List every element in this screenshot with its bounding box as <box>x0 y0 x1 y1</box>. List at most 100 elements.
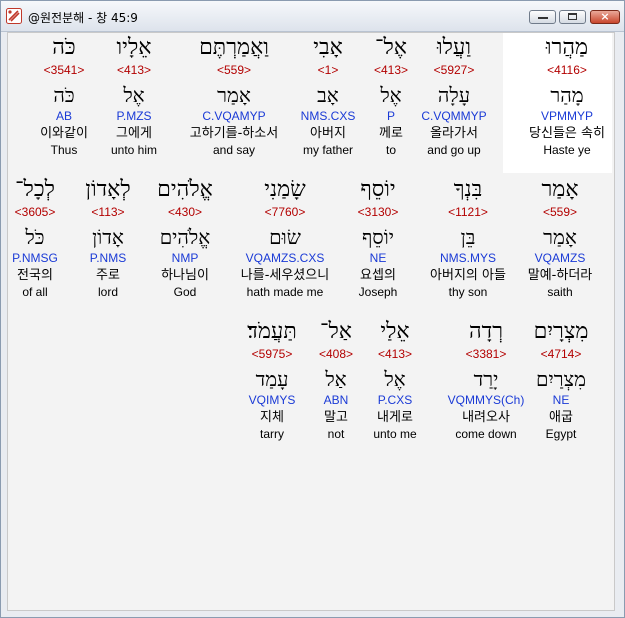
lemma-word: מָהַר <box>550 83 584 107</box>
strong-number[interactable]: <430> <box>145 205 225 219</box>
minimize-button[interactable] <box>529 10 556 24</box>
strong-number[interactable]: <7760> <box>225 205 345 219</box>
english-gloss: and say <box>212 143 256 157</box>
korean-gloss: 아버지의 아들 <box>430 268 506 283</box>
english-gloss: Haste ye <box>543 143 591 157</box>
lemma-word: כֹּה <box>53 83 75 107</box>
word-block[interactable]: כֹּה <3541> כֹּה AB 이와같이 Thus <box>29 35 99 157</box>
hebrew-word: אֱלֹהִים <box>157 177 213 202</box>
word-block[interactable]: מַהֲרוּ <4116> מָהַר VPMMYP 당신들은 속히 Haste ye <box>513 35 621 157</box>
strong-number[interactable]: <559> <box>515 205 605 219</box>
hebrew-word: יוֹסֵף <box>360 177 396 202</box>
word-block[interactable]: תַּעֲמֹד׃ <5975> עָמַד VQIMYS 지체 tarry <box>237 319 307 441</box>
strong-number[interactable]: <113> <box>73 205 143 219</box>
strong-number[interactable]: <5927> <box>409 63 499 77</box>
close-button[interactable]: × <box>590 10 620 24</box>
strong-number[interactable]: <559> <box>174 63 294 77</box>
parsing-code: P <box>386 109 395 123</box>
lemma-word: שׂוּם <box>269 225 301 249</box>
word-block[interactable]: אָמַר <559> אָמַר VQAMZS 말예-하더라 saith <box>515 177 605 299</box>
lemma-word: אֱלֹהִים <box>159 225 211 249</box>
word-block[interactable]: שָׂמַנִי <7760> שׂוּם VQAMZS.CXS 나를-세우셨으니 hat… <box>225 177 345 299</box>
word-block[interactable]: אֵלָיו <413> אֶל P.MZS 그에게 unto him <box>99 35 169 157</box>
word-block[interactable]: אַל־ <408> אַל ABN 말고 not <box>306 319 366 441</box>
hebrew-word: בִּנְךָ <box>453 177 483 202</box>
korean-gloss: 당신들은 속히 <box>529 126 605 141</box>
korean-gloss: 말예-하더라 <box>527 268 593 283</box>
lemma-word: אֶל <box>123 83 145 107</box>
english-gloss: to <box>385 143 396 157</box>
strong-number[interactable]: <3605> <box>5 205 65 219</box>
word-block[interactable]: בִּנְךָ <1121> בֵּן NMS.MYS 아버지의 아들 thy son <box>418 177 518 299</box>
parsing-code: NE <box>369 251 387 265</box>
hebrew-word: אֵלָיו <box>116 35 152 60</box>
korean-gloss: 요셉의 <box>360 268 396 283</box>
korean-gloss: 지체 <box>260 410 284 425</box>
hebrew-word: כֹּה <box>52 35 76 60</box>
parsing-code: P.MZS <box>116 109 152 123</box>
strong-number[interactable]: <413> <box>99 63 169 77</box>
word-block[interactable]: לְכָל־ <3605> כֹּל P.NMSG 전국의 of all <box>5 177 65 299</box>
korean-gloss: 주로 <box>96 268 120 283</box>
word-block[interactable]: לְאָדוֹן <113> אָדוֹן P.NMS 주로 lord <box>73 177 143 299</box>
parsing-code: NMS.MYS <box>439 251 496 265</box>
title-bar[interactable]: @원전분해 - 창 45:9 × <box>1 1 624 32</box>
word-block[interactable]: וַעֲלוּ <5927> עָלָה C.VQMMYP 올라가서 and go up <box>409 35 499 157</box>
english-gloss: Thus <box>50 143 78 157</box>
strong-number[interactable]: <3381> <box>436 347 536 361</box>
strong-number[interactable]: <1121> <box>418 205 518 219</box>
hebrew-word: אָבִי <box>313 35 343 60</box>
lemma-word: אָדוֹן <box>92 225 124 249</box>
hebrew-word: לְאָדוֹן <box>85 177 131 202</box>
strong-number[interactable]: <4116> <box>513 63 621 77</box>
word-block[interactable]: וַאֲמַרְתֶּם <559> אָמַר C.VQAMYP 고하기를-하소서 an… <box>174 35 294 157</box>
maximize-button[interactable] <box>559 10 586 24</box>
korean-gloss: 내려오사 <box>462 410 510 425</box>
strong-number[interactable]: <413> <box>360 347 430 361</box>
english-gloss: saith <box>547 285 573 299</box>
word-block[interactable]: יוֹסֵף <3130> יוֹסֵף NE 요셉의 Joseph <box>343 177 413 299</box>
english-gloss: and go up <box>427 143 481 157</box>
window-title: @원전분해 - 창 45:9 <box>28 11 138 25</box>
lemma-word: אָמַר <box>543 225 577 249</box>
english-gloss: tarry <box>260 427 284 441</box>
korean-gloss: 고하기를-하소서 <box>189 126 279 141</box>
parsing-code: P.NMSG <box>12 251 58 265</box>
parsing-code: P.CXS <box>377 393 413 407</box>
strong-number[interactable]: <408> <box>306 347 366 361</box>
lemma-word: עָמַד <box>255 367 289 391</box>
strong-number[interactable]: <3130> <box>343 205 413 219</box>
parsing-code: ABN <box>323 393 349 407</box>
parsing-code: VQAMZS <box>534 251 586 265</box>
lemma-word: יוֹסֵף <box>361 225 395 249</box>
lemma-word: עָלָה <box>437 83 471 107</box>
word-block[interactable]: אֵלַי <413> אֶל P.CXS 내게로 unto me <box>360 319 430 441</box>
korean-gloss: 하나님이 <box>161 268 209 283</box>
word-block[interactable]: אֶל־ <413> אֶל P 께로 to <box>361 35 421 157</box>
parsing-code: NMS.CXS <box>300 109 356 123</box>
maximize-icon <box>568 13 577 20</box>
word-block[interactable]: אָבִי <1> אָב NMS.CXS 아버지 my father <box>288 35 368 157</box>
lemma-word: אֶל <box>380 83 402 107</box>
english-gloss: of all <box>22 285 48 299</box>
english-gloss: hath made me <box>246 285 324 299</box>
korean-gloss: 전국의 <box>17 268 53 283</box>
korean-gloss: 이와같이 <box>40 126 88 141</box>
strong-number[interactable]: <5975> <box>237 347 307 361</box>
lemma-word: כֹּל <box>25 225 45 249</box>
strong-number[interactable]: <3541> <box>29 63 99 77</box>
word-block[interactable]: רְדָה <3381> יָרַד VQMMYS(Ch) 내려오사 come down <box>436 319 536 441</box>
word-block[interactable]: אֱלֹהִים <430> אֱלֹהִים NMP 하나님이 God <box>145 177 225 299</box>
close-icon: × <box>600 10 610 23</box>
english-gloss: not <box>327 427 345 441</box>
hebrew-word: מַהֲרוּ <box>545 35 589 60</box>
hebrew-word: וַעֲלוּ <box>437 35 471 60</box>
english-gloss: God <box>173 285 197 299</box>
parsing-code: P.NMS <box>89 251 127 265</box>
strong-number[interactable]: <413> <box>361 63 421 77</box>
parsing-code: VQAMZS.CXS <box>245 251 325 265</box>
parsing-code: AB <box>55 109 72 123</box>
korean-gloss: 올라가서 <box>430 126 478 141</box>
hebrew-word: תַּעֲמֹד׃ <box>247 319 297 344</box>
strong-number[interactable]: <1> <box>288 63 368 77</box>
